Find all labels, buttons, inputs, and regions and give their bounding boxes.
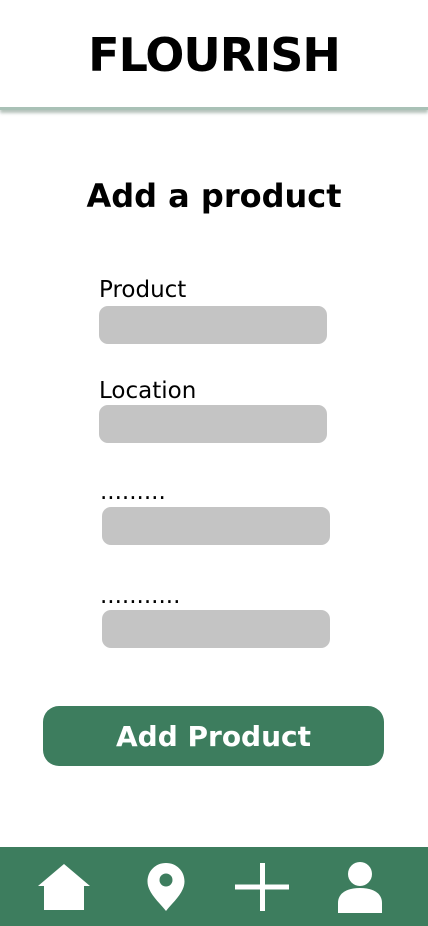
page-title: Add a product bbox=[86, 177, 342, 215]
nav-profile[interactable] bbox=[330, 859, 390, 915]
location-pin-icon bbox=[146, 862, 186, 912]
location-input[interactable] bbox=[99, 405, 327, 443]
plus-icon bbox=[235, 863, 289, 911]
product-label: Product bbox=[99, 277, 187, 303]
field-4-input[interactable] bbox=[102, 610, 330, 648]
app-header: FLOURISH bbox=[0, 0, 428, 110]
app-title: FLOURISH bbox=[88, 28, 341, 82]
bottom-nav bbox=[0, 847, 428, 926]
nav-location[interactable] bbox=[136, 859, 196, 915]
nav-home[interactable] bbox=[34, 859, 94, 915]
field-3-input[interactable] bbox=[102, 507, 330, 545]
location-label: Location bbox=[99, 378, 197, 404]
user-icon bbox=[337, 861, 383, 913]
product-input[interactable] bbox=[99, 306, 327, 344]
field-4-label: ........... bbox=[100, 583, 181, 609]
add-product-button[interactable]: Add Product bbox=[43, 706, 384, 766]
home-icon bbox=[36, 862, 92, 912]
nav-add[interactable] bbox=[232, 859, 292, 915]
field-3-label: ......... bbox=[100, 479, 166, 505]
